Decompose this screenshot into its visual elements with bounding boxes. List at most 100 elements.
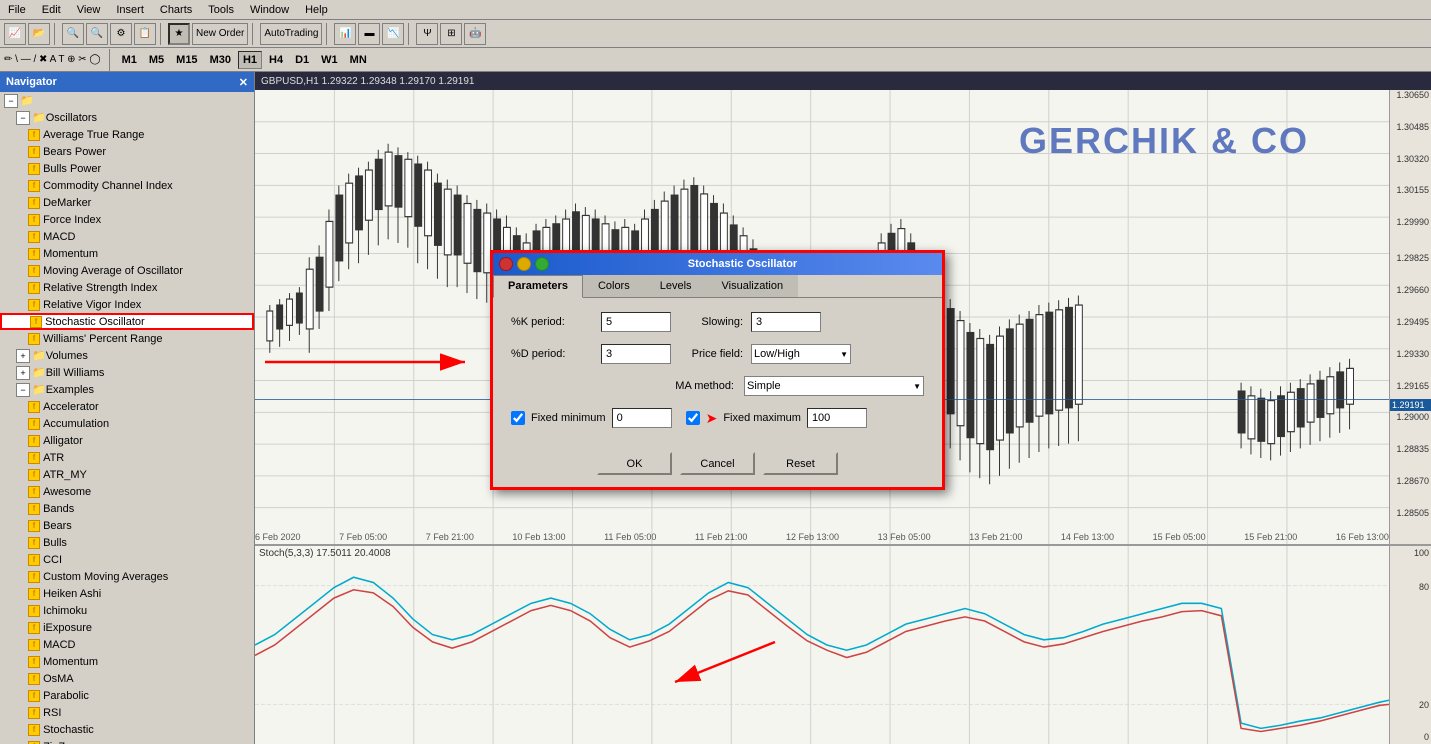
ex-awesome[interactable]: f Awesome <box>0 483 254 500</box>
zoom-in-btn[interactable]: 🔍 <box>62 23 84 45</box>
ex-cci[interactable]: f CCI <box>0 551 254 568</box>
ex-atr[interactable]: f ATR <box>0 449 254 466</box>
ex-bears[interactable]: f Bears <box>0 517 254 534</box>
tf-w1[interactable]: W1 <box>316 51 343 69</box>
navigator-close[interactable]: ✕ <box>239 76 248 89</box>
price-field-select[interactable]: Low/High Close/Close <box>751 344 851 364</box>
fixed-min-checkbox[interactable] <box>511 411 525 425</box>
tab-parameters[interactable]: Parameters <box>493 275 583 298</box>
item-rsi[interactable]: f Relative Strength Index <box>0 279 254 296</box>
ex-iexposure[interactable]: f iExposure <box>0 619 254 636</box>
slowing-input[interactable] <box>751 312 821 332</box>
ex-accelerator[interactable]: f Accelerator <box>0 398 254 415</box>
menu-edit[interactable]: Edit <box>34 2 69 18</box>
ex-ichimoku[interactable]: f Ichimoku <box>0 602 254 619</box>
d-period-input[interactable] <box>601 344 671 364</box>
k-period-input[interactable] <box>601 312 671 332</box>
fixed-min-input[interactable] <box>612 408 672 428</box>
tf-m1[interactable]: M1 <box>117 51 142 69</box>
ex-stochastic[interactable]: f Stochastic <box>0 721 254 738</box>
expert-btn[interactable]: 🤖 <box>464 23 486 45</box>
ex-accumulation[interactable]: f Accumulation <box>0 415 254 432</box>
item-macd[interactable]: f MACD <box>0 228 254 245</box>
ex-osma[interactable]: f OsMA <box>0 670 254 687</box>
periods-btn[interactable]: ⊞ <box>440 23 462 45</box>
new-order-btn[interactable]: New Order <box>192 23 248 45</box>
tf-m15[interactable]: M15 <box>171 51 202 69</box>
item-atr[interactable]: f Average True Range <box>0 126 254 143</box>
oscillators-expand[interactable]: − <box>16 111 30 125</box>
menu-view[interactable]: View <box>69 2 109 18</box>
item-bears-power[interactable]: f Bears Power <box>0 143 254 160</box>
menu-tools[interactable]: Tools <box>200 2 242 18</box>
fixed-max-input[interactable] <box>807 408 867 428</box>
zoom-out-btn[interactable]: 🔍 <box>86 23 108 45</box>
ex-zigzag[interactable]: f ZigZag <box>0 738 254 744</box>
menu-file[interactable]: File <box>0 2 34 18</box>
menu-help[interactable]: Help <box>297 2 336 18</box>
tf-mn[interactable]: MN <box>345 51 372 69</box>
root-expand[interactable]: − <box>4 94 18 108</box>
ma-method-select[interactable]: Simple Exponential Smoothed Linear Weigh… <box>744 376 924 396</box>
line-chart-btn[interactable]: 📉 <box>382 23 404 45</box>
ex-momentum[interactable]: f Momentum <box>0 653 254 670</box>
tab-levels[interactable]: Levels <box>645 275 707 297</box>
tab-colors[interactable]: Colors <box>583 275 645 297</box>
item-stochastic-oscillator[interactable]: f Stochastic Oscillator <box>0 313 254 330</box>
stochastic-panel[interactable]: Stoch(5,3,3) 17.5011 20.4008 <box>255 544 1431 744</box>
examples-expand[interactable]: − <box>16 383 30 397</box>
ex-rsi[interactable]: f RSI <box>0 704 254 721</box>
bw-expand[interactable]: + <box>16 366 30 380</box>
fixed-max-checkbox[interactable] <box>686 411 700 425</box>
menu-insert[interactable]: Insert <box>108 2 152 18</box>
cancel-button[interactable]: Cancel <box>680 452 755 475</box>
ex-parabolic[interactable]: f Parabolic <box>0 687 254 704</box>
dialog-close-btn[interactable] <box>499 257 513 271</box>
new-chart-btn[interactable]: 📈 <box>4 23 26 45</box>
volumes-group[interactable]: + 📁 Volumes <box>0 347 254 364</box>
tf-m30[interactable]: M30 <box>205 51 236 69</box>
item-wpr[interactable]: f Williams' Percent Range <box>0 330 254 347</box>
reset-button[interactable]: Reset <box>763 452 838 475</box>
item-momentum[interactable]: f Momentum <box>0 245 254 262</box>
menu-charts[interactable]: Charts <box>152 2 200 18</box>
item-force-index[interactable]: f Force Index <box>0 211 254 228</box>
tf-m5[interactable]: M5 <box>144 51 169 69</box>
navigator-body[interactable]: − 📁 − 📁 Oscillators f Average True Range… <box>0 92 254 744</box>
item-demarker[interactable]: f DeMarker <box>0 194 254 211</box>
stoch-canvas[interactable] <box>255 546 1389 744</box>
price-9: 1.29330 <box>1396 349 1429 359</box>
bill-williams-group[interactable]: + 📁 Bill Williams <box>0 364 254 381</box>
item-mao[interactable]: f Moving Average of Oscillator <box>0 262 254 279</box>
autotrading-btn[interactable]: AutoTrading <box>260 23 322 45</box>
chart-type-btn[interactable]: 📊 <box>334 23 356 45</box>
indicators-btn[interactable]: Ψ <box>416 23 438 45</box>
current-btn[interactable]: ★ <box>168 23 190 45</box>
ex-atr-my[interactable]: f ATR_MY <box>0 466 254 483</box>
ex-bulls[interactable]: f Bulls <box>0 534 254 551</box>
ex-macd[interactable]: f MACD <box>0 636 254 653</box>
tf-h4[interactable]: H4 <box>264 51 288 69</box>
item-rvi[interactable]: f Relative Vigor Index <box>0 296 254 313</box>
ex-heiken-ashi[interactable]: f Heiken Ashi <box>0 585 254 602</box>
oscillators-group[interactable]: − 📁 Oscillators <box>0 109 254 126</box>
bar-chart-btn[interactable]: ▬ <box>358 23 380 45</box>
menu-window[interactable]: Window <box>242 2 297 18</box>
ex-alligator[interactable]: f Alligator <box>0 432 254 449</box>
template-btn[interactable]: 📋 <box>134 23 156 45</box>
ex-bands[interactable]: f Bands <box>0 500 254 517</box>
tree-root[interactable]: − 📁 <box>0 92 254 109</box>
dialog-max-btn[interactable] <box>535 257 549 271</box>
open-btn[interactable]: 📂 <box>28 23 50 45</box>
tab-visualization[interactable]: Visualization <box>707 275 799 297</box>
dialog-min-btn[interactable] <box>517 257 531 271</box>
ok-button[interactable]: OK <box>597 452 672 475</box>
volumes-expand[interactable]: + <box>16 349 30 363</box>
tf-h1[interactable]: H1 <box>238 51 262 69</box>
properties-btn[interactable]: ⚙ <box>110 23 132 45</box>
item-cci[interactable]: f Commodity Channel Index <box>0 177 254 194</box>
ex-custom-ma[interactable]: f Custom Moving Averages <box>0 568 254 585</box>
examples-group[interactable]: − 📁 Examples <box>0 381 254 398</box>
item-bulls-power[interactable]: f Bulls Power <box>0 160 254 177</box>
tf-d1[interactable]: D1 <box>290 51 314 69</box>
